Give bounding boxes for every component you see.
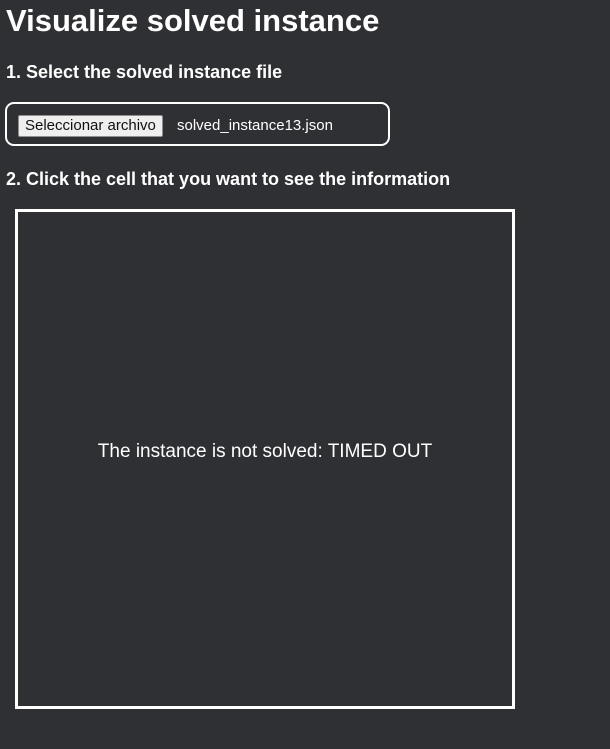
page: Visualize solved instance 1. Select the … <box>0 0 610 749</box>
step-1-heading: 1. Select the solved instance file <box>6 62 283 82</box>
status-message: The instance is not solved: TIMED OUT <box>97 441 433 462</box>
step-2-heading: 2. Click the cell that you want to see t… <box>6 169 451 189</box>
instance-grid-canvas[interactable]: The instance is not solved: TIMED OUT <box>15 209 515 709</box>
selected-file-name: solved_instance13.json <box>177 117 333 134</box>
file-input-container[interactable]: Seleccionar archivo solved_instance13.js… <box>5 102 390 146</box>
choose-file-button[interactable]: Seleccionar archivo <box>18 115 163 137</box>
page-title: Visualize solved instance <box>6 3 380 38</box>
